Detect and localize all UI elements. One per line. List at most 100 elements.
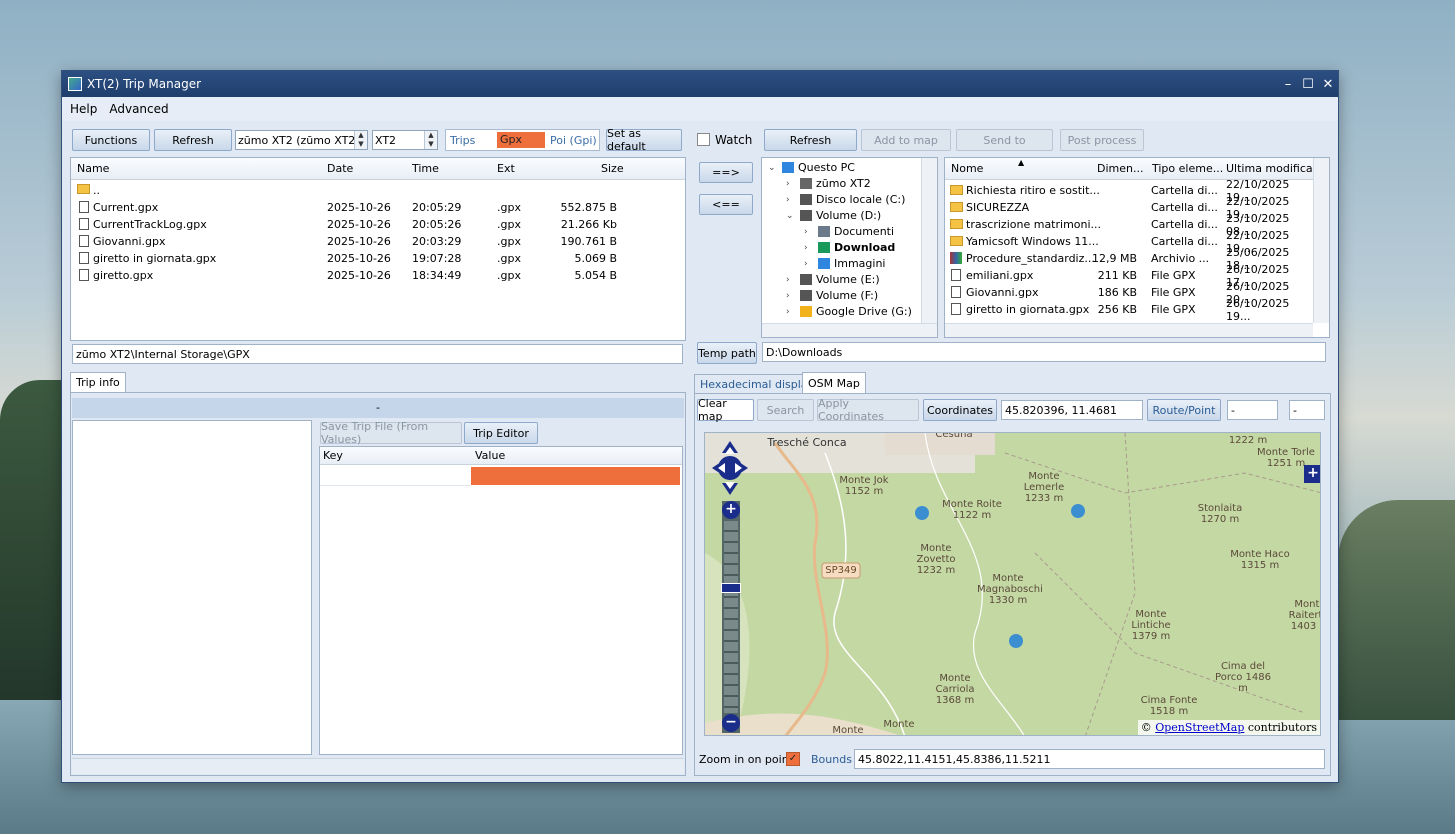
tree-item[interactable]: › Volume (E:): [762, 271, 922, 288]
coordinates-button[interactable]: Coordinates: [923, 399, 997, 421]
tree-item[interactable]: › Documenti: [762, 223, 922, 240]
zoom-checkbox[interactable]: ✓: [786, 752, 800, 766]
device-select[interactable]: zūmo XT2 (zūmo XT2) ▲ ▼: [235, 130, 368, 150]
col-date[interactable]: Date: [327, 162, 353, 175]
file-ext: .gpx: [497, 235, 521, 248]
tab-osm-map[interactable]: OSM Map: [802, 372, 866, 394]
chevron-icon[interactable]: ⌄: [768, 163, 776, 173]
value-cell-selected[interactable]: [471, 467, 680, 485]
tree-item[interactable]: › Google Drive (G:): [762, 303, 922, 320]
osm-link[interactable]: OpenStreetMap: [1155, 721, 1244, 734]
col-size[interactable]: Size: [601, 162, 624, 175]
route-field-2[interactable]: -: [1289, 400, 1325, 420]
set-default-button[interactable]: Set as default: [606, 127, 682, 153]
maximize-icon[interactable]: ☐: [1298, 77, 1318, 92]
col-dimensione[interactable]: Dimen...: [1097, 162, 1143, 175]
chevron-icon[interactable]: ›: [786, 307, 790, 317]
trip-list[interactable]: [72, 420, 312, 755]
table-row[interactable]: CurrentTrackLog.gpx 2025-10-26 20:05:26 .gp…: [71, 216, 685, 233]
temp-path-button[interactable]: Temp path: [697, 342, 757, 364]
tree-scrollbar-h[interactable]: [762, 323, 937, 337]
chevron-icon[interactable]: ›: [786, 275, 790, 285]
apply-coordinates-button[interactable]: Apply Coordinates: [817, 397, 919, 423]
table-row[interactable]: Current.gpx 2025-10-26 20:05:29 .gpx 552.875…: [71, 199, 685, 216]
trip-editor-button[interactable]: Trip Editor: [464, 422, 538, 444]
file-icon: [951, 303, 961, 315]
search-button[interactable]: Search: [757, 399, 814, 421]
col-modifica[interactable]: Ultima modifica: [1226, 162, 1313, 175]
archive-icon: [950, 252, 962, 264]
watch-checkbox[interactable]: [697, 133, 710, 146]
layer-switcher-icon[interactable]: +: [1304, 465, 1320, 483]
col-time[interactable]: Time: [412, 162, 439, 175]
trip-info-header: -: [72, 398, 684, 418]
chevron-icon[interactable]: ›: [786, 179, 790, 189]
chevron-icon[interactable]: ›: [786, 291, 790, 301]
chevron-icon[interactable]: ›: [786, 195, 790, 205]
file-size: 5.054 B: [574, 269, 617, 282]
tree-item[interactable]: › Immagini: [762, 255, 922, 272]
file-date: 2025-10-26: [327, 201, 391, 214]
map-pan-control[interactable]: [712, 441, 752, 497]
zoom-thumb[interactable]: [721, 583, 741, 593]
table-row[interactable]: Giovanni.gpx 2025-10-26 20:03:29 .gpx 190.76…: [71, 233, 685, 250]
coordinates-field[interactable]: 45.820396, 11.4681: [1001, 400, 1143, 420]
zoom-slider[interactable]: + −: [721, 501, 741, 733]
osm-map[interactable]: Tresché Conca Cesuna 1222 m Monte Torle 125…: [704, 432, 1321, 736]
tree-item[interactable]: › Volume (F:): [762, 287, 922, 304]
filetype-gpx[interactable]: Gpx: [497, 132, 545, 148]
tab-trip-info[interactable]: Trip info: [70, 372, 126, 392]
zoom-out-icon[interactable]: −: [722, 714, 740, 732]
refresh-explorer-button[interactable]: Refresh: [764, 129, 857, 151]
clear-map-button[interactable]: Clear map: [697, 397, 754, 423]
list-item-parent[interactable]: ..: [71, 182, 685, 199]
explorer-scrollbar-v[interactable]: [1313, 158, 1329, 323]
copy-to-device-button[interactable]: <==: [699, 194, 753, 215]
tree-item[interactable]: ⌄ Questo PC: [762, 159, 922, 176]
menu-advanced[interactable]: Advanced: [109, 102, 168, 116]
copy-to-pc-button[interactable]: ==>: [699, 162, 753, 183]
table-row[interactable]: giretto.gpx 2025-10-26 18:34:49 .gpx 5.054 B: [71, 267, 685, 284]
tree-item[interactable]: ⌄ Volume (D:): [762, 207, 922, 224]
post-process-button[interactable]: Post process: [1060, 129, 1144, 151]
tree-item[interactable]: › Download: [762, 239, 922, 256]
file-ext: .gpx: [497, 218, 521, 231]
explorer-path-field[interactable]: D:\Downloads: [762, 342, 1326, 362]
tree-scrollbar-v[interactable]: [921, 158, 937, 323]
chevron-icon[interactable]: ›: [804, 243, 808, 253]
model-select[interactable]: XT2 ▲ ▼: [372, 130, 438, 150]
minimize-icon[interactable]: –: [1278, 77, 1298, 92]
map-label: Monte Lintiche 1379 m: [1131, 609, 1171, 642]
add-to-map-button[interactable]: Add to map: [861, 129, 951, 151]
tree-item[interactable]: › Disco locale (C:): [762, 191, 922, 208]
folder-icon: [950, 202, 963, 212]
file-icon: [951, 286, 961, 298]
zoom-in-icon[interactable]: +: [722, 501, 740, 519]
col-nome[interactable]: Nome: [951, 162, 983, 175]
list-item[interactable]: giretto in giornata.gpx 256 KB File GPX 26/…: [945, 297, 1313, 323]
functions-button[interactable]: Functions: [72, 129, 150, 151]
chevron-icon[interactable]: ›: [804, 259, 808, 269]
close-icon[interactable]: ✕: [1318, 77, 1338, 92]
route-field-1[interactable]: -: [1227, 400, 1278, 420]
device-path-field[interactable]: zūmo XT2\Internal Storage\GPX: [72, 344, 683, 364]
item-type: Archivio ...: [1151, 252, 1210, 265]
col-ext[interactable]: Ext: [497, 162, 515, 175]
bounds-field[interactable]: 45.8022,11.4151,45.8386,11.5211: [854, 749, 1325, 769]
item-name: Yamicsoft Windows 11...: [966, 235, 1099, 248]
chevron-updown-icon: ▲ ▼: [354, 131, 367, 149]
chevron-icon[interactable]: ›: [804, 227, 808, 237]
route-point-button[interactable]: Route/Point: [1147, 399, 1221, 421]
col-name[interactable]: Name: [77, 162, 109, 175]
table-row[interactable]: giretto in giornata.gpx 2025-10-26 19:07:2…: [71, 250, 685, 267]
tree-item[interactable]: › zūmo XT2: [762, 175, 922, 192]
menu-help[interactable]: Help: [70, 102, 97, 116]
filetype-poi[interactable]: Poi (Gpi): [550, 134, 597, 147]
col-tipo[interactable]: Tipo eleme...: [1152, 162, 1223, 175]
refresh-device-button[interactable]: Refresh: [154, 129, 232, 151]
explorer-scrollbar-h[interactable]: [945, 323, 1313, 337]
save-trip-button[interactable]: Save Trip File (From Values): [320, 420, 462, 446]
filetype-trips[interactable]: Trips: [450, 134, 475, 147]
send-to-button[interactable]: Send to: [956, 129, 1053, 151]
chevron-icon[interactable]: ⌄: [786, 211, 794, 221]
